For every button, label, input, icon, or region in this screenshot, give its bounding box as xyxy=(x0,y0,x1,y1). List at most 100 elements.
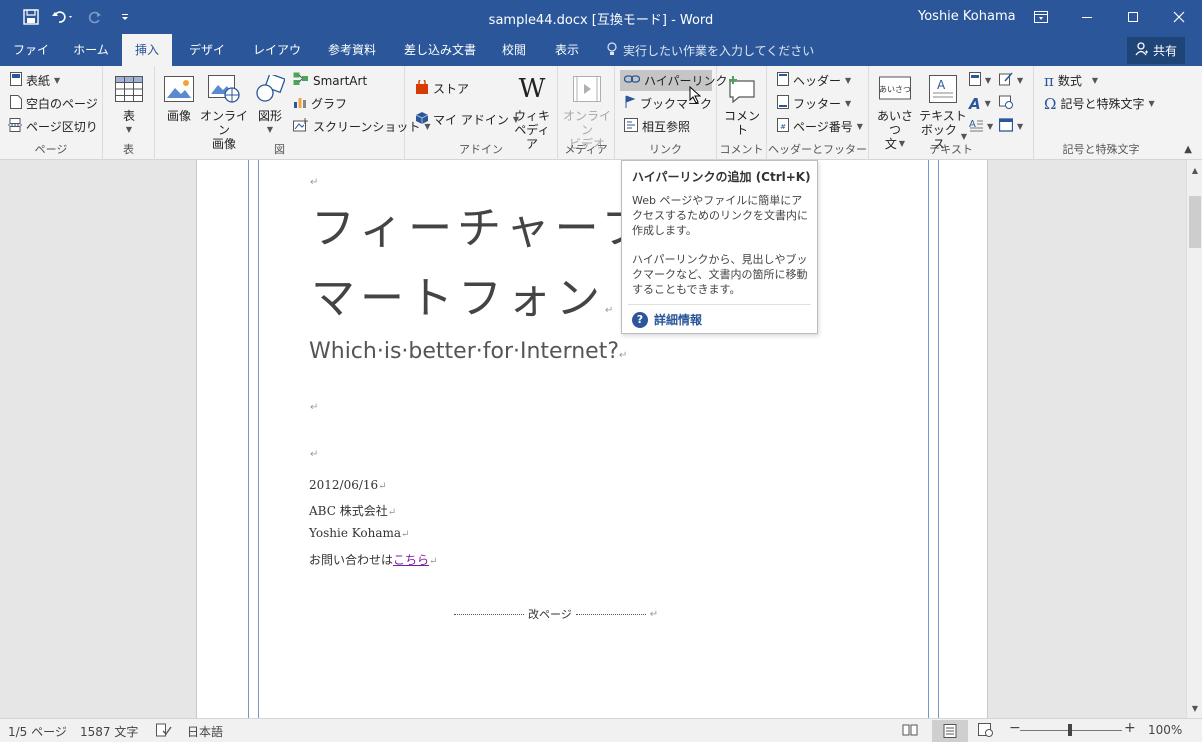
online-pictures-button[interactable]: オンライン 画像 xyxy=(199,71,249,151)
maximize-icon[interactable] xyxy=(1110,0,1156,34)
margin-line-left-inner xyxy=(258,160,259,718)
scroll-down-icon[interactable]: ▼ xyxy=(1187,700,1202,716)
document-author[interactable]: Yoshie Kohama↵ xyxy=(309,526,409,540)
bookmark-icon xyxy=(624,95,636,112)
drop-cap-button[interactable]: A ▼ xyxy=(969,116,993,137)
cross-reference-icon xyxy=(624,118,638,135)
tooltip-more-label: 詳細情報 xyxy=(654,313,703,327)
web-layout-icon[interactable] xyxy=(978,723,994,740)
user-name[interactable]: Yoshie Kohama xyxy=(918,9,1016,24)
table-button[interactable]: 表 ▼ xyxy=(111,71,147,137)
tab-references[interactable]: 参考資料 xyxy=(320,34,384,66)
document-title-line-2[interactable]: マートフォン↵ xyxy=(311,262,618,326)
redo-icon[interactable] xyxy=(82,4,108,30)
document-contact[interactable]: お問い合わせはこちら↵ xyxy=(309,551,437,568)
wordart-button[interactable]: A ▼ xyxy=(969,93,991,114)
customize-qat-icon[interactable] xyxy=(112,4,138,30)
collapse-ribbon-icon[interactable]: ▲ xyxy=(1184,144,1192,155)
tab-home[interactable]: ホーム xyxy=(64,34,118,66)
blank-page-button[interactable]: 空白のページ xyxy=(10,93,98,114)
cross-reference-button[interactable]: 相互参照 xyxy=(624,116,690,137)
shapes-button[interactable]: 図形 ▼ xyxy=(251,71,289,137)
minimize-icon[interactable] xyxy=(1064,0,1110,34)
blank-page-icon xyxy=(10,95,22,112)
page-break-icon xyxy=(8,118,22,135)
document-company[interactable]: ABC 株式会社↵ xyxy=(309,502,396,519)
store-button[interactable]: ストア xyxy=(415,77,469,99)
print-layout-icon[interactable] xyxy=(932,720,968,742)
symbol-button[interactable]: Ω 記号と特殊文字 ▼ xyxy=(1044,93,1155,114)
read-mode-icon[interactable] xyxy=(902,723,918,740)
zoom-out-icon[interactable]: − xyxy=(1009,720,1021,736)
group-media: オンライン ビデオ メディア xyxy=(558,66,615,160)
tab-insert[interactable]: 挿入 xyxy=(122,34,172,66)
quick-parts-button[interactable]: ▼ xyxy=(969,70,991,91)
group-header-footer: ヘッダー ▼ フッター ▼ # ページ番号 ▼ ヘッダーとフッター xyxy=(767,66,869,160)
word-count-status[interactable]: 1587 文字 xyxy=(80,723,138,740)
pictures-button[interactable]: 画像 xyxy=(161,71,197,123)
share-button[interactable]: 共有 xyxy=(1127,37,1185,64)
save-icon[interactable] xyxy=(18,4,44,30)
page-break-dots-left xyxy=(454,613,524,615)
signature-line-button[interactable]: ▼ xyxy=(999,70,1023,91)
paragraph-mark: ↵ xyxy=(619,350,628,361)
comment-icon xyxy=(727,71,757,107)
paragraph-mark: ↵ xyxy=(387,507,397,518)
paragraph-mark: ↵ xyxy=(310,402,319,413)
page-number-icon: # xyxy=(777,118,789,135)
paragraph-mark: ↵ xyxy=(310,177,319,188)
document-subtitle[interactable]: Which·is·better·for·Internet?↵ xyxy=(309,339,627,364)
contact-hyperlink[interactable]: こちら xyxy=(393,553,429,567)
comment-button[interactable]: コメント xyxy=(721,71,763,137)
tab-file[interactable]: ファイル xyxy=(4,34,58,89)
dropdown-arrow-icon: ▼ xyxy=(1017,122,1024,131)
chart-button[interactable]: グラフ xyxy=(293,93,347,114)
paragraph-mark: ↵ xyxy=(310,449,319,460)
zoom-in-icon[interactable]: + xyxy=(1124,720,1136,736)
tab-design[interactable]: デザイン xyxy=(180,34,234,89)
paragraph-mark: ↵ xyxy=(378,481,387,492)
page-count-status[interactable]: 1/5 ページ xyxy=(8,723,67,740)
group-links-label: リンク xyxy=(649,143,682,156)
tab-review[interactable]: 校閲 xyxy=(494,34,534,66)
tab-mailings[interactable]: 差し込み文書 xyxy=(398,34,482,66)
greeting-button[interactable]: あいさつ あいさつ 文 ▼ xyxy=(873,71,917,151)
page-break-button[interactable]: ページ区切り xyxy=(8,116,98,137)
equation-button[interactable]: π 数式 ▼ xyxy=(1044,70,1098,91)
tab-layout[interactable]: レイアウト xyxy=(246,34,308,89)
wikipedia-button[interactable]: W ウィキ ペディア xyxy=(511,71,553,151)
undo-icon[interactable] xyxy=(48,4,78,30)
close-icon[interactable] xyxy=(1156,0,1202,34)
vertical-scrollbar[interactable]: ▲ ▼ xyxy=(1186,160,1202,718)
scroll-thumb[interactable] xyxy=(1189,196,1201,248)
date-time-button[interactable] xyxy=(999,93,1013,114)
footer-button[interactable]: フッター ▼ xyxy=(777,93,851,114)
header-button[interactable]: ヘッダー ▼ xyxy=(777,70,851,91)
text-box-button[interactable]: A テキスト ボックス ▼ xyxy=(919,71,967,151)
group-addins: ストア マイ アドイン ▼ W ウィキ ペディア アドイン xyxy=(405,66,558,160)
picture-icon xyxy=(164,71,194,107)
zoom-slider-thumb[interactable] xyxy=(1068,724,1072,736)
object-button[interactable]: ▼ xyxy=(998,116,1024,137)
smartart-icon xyxy=(293,72,309,89)
language-status[interactable]: 日本語 xyxy=(187,723,223,740)
proofing-icon[interactable] xyxy=(156,723,172,740)
tab-view[interactable]: 表示 xyxy=(546,34,588,66)
margin-line-right-inner xyxy=(928,160,929,718)
smartart-button[interactable]: SmartArt xyxy=(293,70,367,91)
group-table-label: 表 xyxy=(123,143,134,156)
my-addins-button[interactable]: マイ アドイン ▼ xyxy=(415,109,519,130)
document-area[interactable]: ↵ フィーチャーフス マートフォン↵ Which·is·better·for·I… xyxy=(0,160,1186,718)
tell-me-box[interactable]: 実行したい作業を入力してください xyxy=(606,34,814,66)
page-number-button[interactable]: # ページ番号 ▼ xyxy=(777,116,863,137)
online-video-button[interactable]: オンライン ビデオ xyxy=(562,71,612,151)
online-video-icon xyxy=(573,71,601,107)
document-page[interactable]: ↵ フィーチャーフス マートフォン↵ Which·is·better·for·I… xyxy=(196,160,988,718)
zoom-level[interactable]: 100% xyxy=(1148,723,1182,737)
cover-page-button[interactable]: 表紙 ▼ xyxy=(10,70,60,91)
ribbon-display-options-icon[interactable] xyxy=(1018,0,1064,34)
dropdown-arrow-icon: ▼ xyxy=(1091,76,1099,85)
document-date[interactable]: 2012/06/16↵ xyxy=(309,478,387,492)
tooltip-more-info-link[interactable]: ? 詳細情報 xyxy=(632,311,702,328)
scroll-up-icon[interactable]: ▲ xyxy=(1187,162,1202,178)
